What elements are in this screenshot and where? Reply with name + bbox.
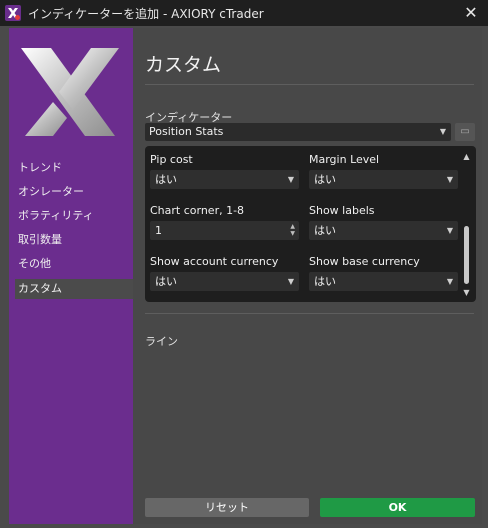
param-label-show-labels: Show labels — [309, 204, 375, 217]
param-value: はい — [155, 275, 177, 288]
param-show-base-currency-select[interactable]: はい ▼ — [309, 272, 458, 291]
stepper-arrows-icon[interactable]: ▲ ▼ — [290, 223, 295, 237]
param-label-show-base-currency: Show base currency — [309, 255, 420, 268]
chevron-down-icon: ▼ — [446, 226, 453, 235]
param-value: はい — [314, 173, 336, 186]
chevron-down-icon: ▼ — [287, 277, 294, 286]
chevron-down-icon: ▼ — [287, 175, 294, 184]
param-value: 1 — [155, 224, 162, 237]
window-title: インディケーターを追加 - AXIORY cTrader — [28, 7, 264, 21]
close-button[interactable]: ✕ — [458, 1, 484, 25]
indicator-select-value: Position Stats — [149, 125, 224, 138]
param-value: はい — [314, 275, 336, 288]
sidebar-item-oscillator[interactable]: オシレーター — [15, 182, 143, 202]
param-value: はい — [155, 173, 177, 186]
param-show-account-currency-select[interactable]: はい ▼ — [150, 272, 299, 291]
scroll-up-icon[interactable]: ▲ — [462, 152, 471, 161]
param-label-pip-cost: Pip cost — [150, 153, 193, 166]
chevron-down-icon: ▼ — [439, 127, 446, 136]
sidebar-item-volatility[interactable]: ボラティリティ — [15, 206, 143, 226]
param-show-labels-select[interactable]: はい ▼ — [309, 221, 458, 240]
chevron-down-icon: ▼ — [446, 175, 453, 184]
sidebar: トレンド オシレーター ボラティリティ 取引数量 その他 カスタム — [9, 28, 143, 524]
app-logo-icon — [5, 5, 21, 21]
param-label-show-account-currency: Show account currency — [150, 255, 279, 268]
scroll-down-icon[interactable]: ▼ — [462, 288, 471, 297]
chevron-down-icon: ▼ — [446, 277, 453, 286]
indicator-select[interactable]: Position Stats ▼ — [145, 123, 451, 141]
reset-button[interactable]: リセット — [145, 498, 309, 517]
title-bar: インディケーターを追加 - AXIORY cTrader ✕ — [0, 0, 488, 26]
lines-section-label: ライン — [145, 335, 178, 348]
param-value: はい — [314, 224, 336, 237]
sidebar-item-trend[interactable]: トレンド — [15, 158, 143, 178]
sidebar-item-custom[interactable]: カスタム — [15, 279, 143, 299]
sidebar-item-volume[interactable]: 取引数量 — [15, 230, 143, 250]
camera-icon[interactable]: ▭ — [455, 123, 475, 141]
sidebar-item-other[interactable]: その他 — [15, 254, 143, 274]
divider — [145, 313, 474, 314]
param-margin-level-select[interactable]: はい ▼ — [309, 170, 458, 189]
parameters-scrollbar[interactable]: ▲ ▼ — [462, 152, 471, 298]
param-chart-corner-stepper[interactable]: 1 ▲ ▼ — [150, 221, 299, 240]
ok-button[interactable]: OK — [320, 498, 475, 517]
divider — [145, 84, 474, 85]
axiory-logo — [15, 40, 127, 144]
param-label-margin-level: Margin Level — [309, 153, 380, 166]
page-title: カスタム — [145, 54, 222, 76]
param-pip-cost-select[interactable]: はい ▼ — [150, 170, 299, 189]
scrollbar-thumb[interactable] — [464, 226, 469, 284]
param-label-chart-corner: Chart corner, 1-8 — [150, 204, 245, 217]
